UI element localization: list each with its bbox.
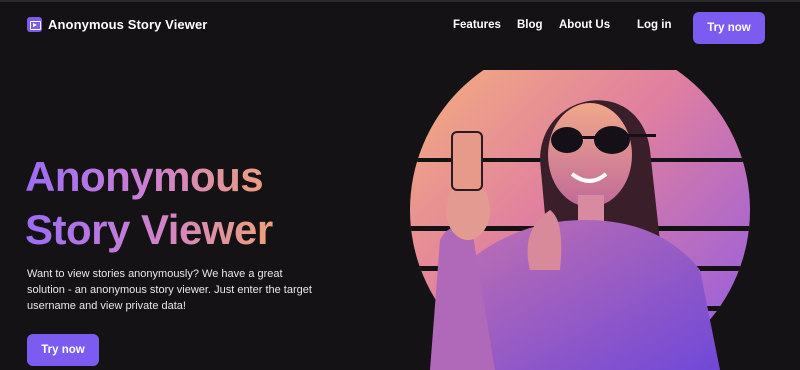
- nav-about-us[interactable]: About Us: [559, 19, 610, 31]
- play-screen-icon: [27, 17, 42, 32]
- brand-name: Anonymous Story Viewer: [48, 17, 208, 32]
- brand[interactable]: Anonymous Story Viewer: [27, 17, 207, 32]
- hero-title: Anonymous Story Viewer: [25, 150, 273, 256]
- nav-features[interactable]: Features: [453, 19, 501, 31]
- hero-description: Want to view stories anonymously? We hav…: [27, 268, 312, 312]
- site-header: Anonymous Story Viewer Features Blog Abo…: [0, 0, 800, 52]
- try-now-hero-button[interactable]: Try now: [27, 334, 99, 366]
- hero-title-line1: Anonymous: [25, 150, 273, 203]
- try-now-header-button[interactable]: Try now: [693, 12, 765, 44]
- woman-taking-selfie-illustration: [410, 70, 750, 370]
- login-link[interactable]: Log in: [637, 19, 672, 31]
- nav-blog[interactable]: Blog: [517, 19, 543, 31]
- hero-title-line2: Story Viewer: [25, 203, 273, 256]
